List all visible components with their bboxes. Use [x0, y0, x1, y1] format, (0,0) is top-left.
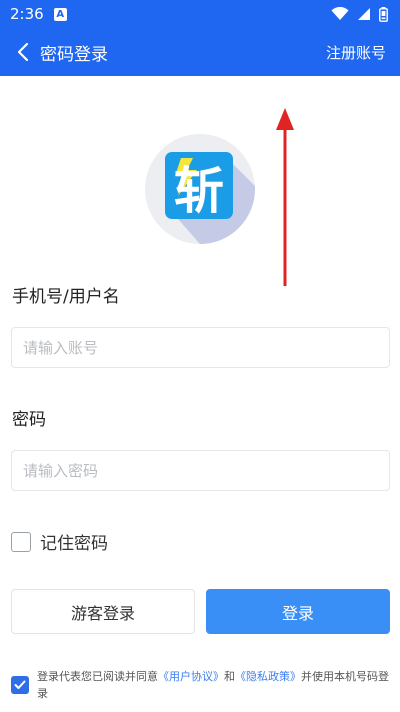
logo-icon: 斩 [165, 152, 255, 244]
account-label: 手机号/用户名 [12, 287, 120, 307]
password-label: 密码 [12, 410, 46, 430]
a-badge-icon: A [53, 7, 67, 21]
remember-password-row: 记住密码 [11, 529, 108, 554]
wifi-icon [331, 7, 349, 20]
guest-login-button[interactable]: 游客登录 [11, 589, 195, 634]
account-input[interactable] [23, 338, 389, 357]
status-bar: 2:36 A [0, 0, 400, 28]
chevron-left-icon[interactable] [16, 41, 30, 63]
user-agreement-link[interactable]: 《用户协议》 [158, 670, 224, 683]
agreement-text: 登录代表您已阅读并同意《用户协议》和《隐私政策》并使用本机号码登录 [37, 668, 391, 702]
check-icon [14, 680, 26, 689]
battery-icon [379, 6, 388, 22]
login-button[interactable]: 登录 [206, 589, 390, 634]
page-title: 密码登录 [40, 44, 108, 65]
password-input-box [11, 450, 390, 491]
app-logo: 斩 [145, 134, 255, 244]
annotation-arrow-icon [276, 108, 294, 286]
agreement-prefix: 登录代表您已阅读并同意 [37, 670, 158, 683]
status-left: 2:36 A [10, 5, 67, 23]
signal-icon [358, 8, 370, 20]
register-account-link[interactable]: 注册账号 [326, 42, 386, 63]
password-input[interactable] [23, 461, 389, 480]
remember-password-label: 记住密码 [40, 534, 108, 554]
remember-password-checkbox[interactable] [11, 531, 31, 552]
app-bar-left: 密码登录 [16, 40, 108, 65]
account-input-box [11, 327, 390, 368]
status-icons [331, 6, 388, 22]
agreement-and: 和 [224, 670, 235, 683]
agreement-checkbox[interactable] [11, 676, 29, 694]
logo-glyph: 斩 [174, 162, 224, 220]
status-time: 2:36 [10, 5, 44, 23]
privacy-policy-link[interactable]: 《隐私政策》 [235, 670, 301, 683]
app-bar: 密码登录 注册账号 [0, 28, 400, 76]
